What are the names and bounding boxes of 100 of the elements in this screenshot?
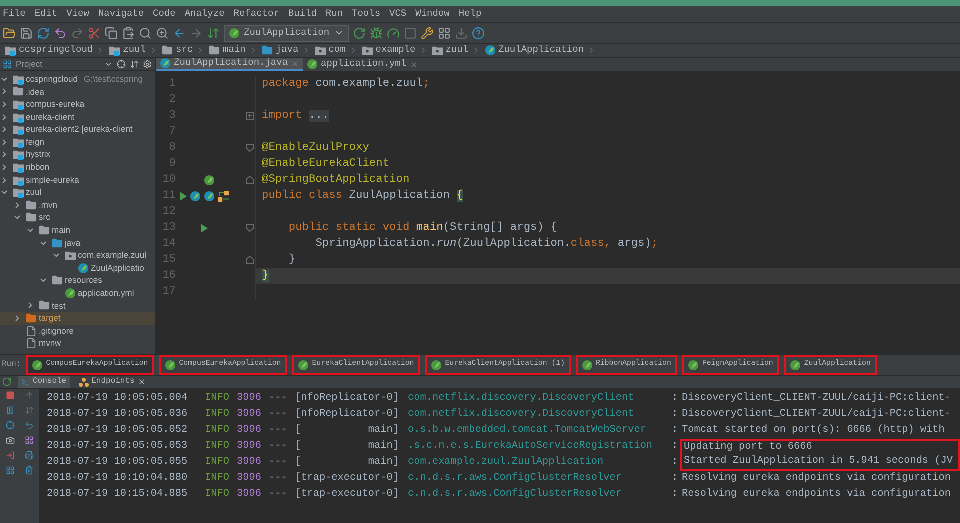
fold-icon[interactable] bbox=[246, 112, 254, 120]
close-icon[interactable] bbox=[138, 378, 146, 386]
breadcrumb[interactable]: zuul bbox=[123, 43, 146, 58]
rerun-icon[interactable] bbox=[352, 26, 366, 40]
line-number: 8 bbox=[168, 140, 176, 156]
exit-icon[interactable] bbox=[6, 451, 14, 460]
menu-item[interactable]: File bbox=[3, 6, 26, 22]
settings-icon[interactable] bbox=[143, 60, 152, 68]
menu-item[interactable]: Help bbox=[458, 6, 482, 22]
spring-class-icon bbox=[160, 58, 171, 69]
tree-item[interactable]: com.example.zuul bbox=[78, 249, 147, 262]
tree-item[interactable]: ccspringcloud bbox=[26, 72, 78, 86]
console-tab[interactable]: Console bbox=[18, 376, 70, 388]
menu-item[interactable]: Tools bbox=[352, 6, 381, 22]
menu-item[interactable]: VCS bbox=[390, 6, 407, 22]
breadcrumb[interactable]: example bbox=[376, 43, 416, 58]
tree-item[interactable]: src bbox=[39, 211, 50, 224]
fold-icon[interactable] bbox=[246, 144, 254, 152]
run-config-dropdown[interactable]: ZuulApplication bbox=[224, 24, 349, 42]
code-line: @SpringBootApplication bbox=[262, 172, 410, 188]
tree-item[interactable]: resources bbox=[65, 274, 102, 288]
search-icon[interactable] bbox=[139, 26, 152, 40]
stop-icon[interactable] bbox=[6, 391, 14, 400]
pause-icon[interactable] bbox=[6, 406, 14, 415]
coverage-icon[interactable] bbox=[386, 26, 400, 40]
menu-item[interactable]: Refactor bbox=[234, 6, 280, 22]
package-icon bbox=[432, 45, 443, 56]
console-icon bbox=[21, 378, 30, 386]
tree-item[interactable]: zuul bbox=[26, 186, 42, 200]
console-tab[interactable]: Endpoints bbox=[76, 376, 149, 388]
menu-item[interactable]: Edit bbox=[34, 6, 58, 22]
breadcrumb[interactable]: main bbox=[223, 43, 246, 58]
tree-item[interactable]: mvnw bbox=[39, 337, 62, 350]
log-level: INFO bbox=[205, 472, 230, 486]
module-folder-icon bbox=[13, 174, 24, 186]
settings-icon[interactable] bbox=[420, 26, 434, 40]
close-icon[interactable] bbox=[410, 60, 418, 68]
camera-icon[interactable] bbox=[6, 436, 14, 445]
debug-icon[interactable] bbox=[370, 26, 383, 40]
tree-item[interactable]: eureka-client2 [eureka-client bbox=[26, 123, 133, 136]
print-icon[interactable] bbox=[25, 451, 34, 460]
tree-item[interactable]: eureka-client bbox=[26, 110, 75, 124]
run-icon[interactable] bbox=[180, 192, 187, 200]
menu-item[interactable]: Window bbox=[416, 6, 450, 22]
sync-icon[interactable] bbox=[37, 26, 50, 40]
tree-item[interactable]: target bbox=[39, 312, 61, 325]
breadcrumb[interactable]: ZuulApplication bbox=[498, 43, 584, 58]
tree-item[interactable]: simple-eureka bbox=[26, 174, 80, 186]
fold-icon[interactable] bbox=[246, 224, 254, 232]
editor-tab[interactable]: ZuulApplication.java bbox=[156, 58, 304, 71]
tree-item[interactable]: ribbon bbox=[26, 161, 50, 174]
back-icon[interactable] bbox=[173, 26, 186, 40]
menu-item[interactable]: Code bbox=[153, 6, 176, 22]
module-folder-icon bbox=[13, 149, 24, 160]
fold-icon[interactable] bbox=[246, 176, 254, 184]
undo-icon[interactable] bbox=[54, 26, 67, 40]
collapse-icon[interactable] bbox=[130, 60, 139, 68]
breadcrumb[interactable]: ccspringcloud bbox=[19, 43, 94, 58]
tree-item[interactable]: .idea bbox=[26, 86, 44, 98]
log-thread: [trap-executor-0] bbox=[295, 488, 400, 502]
run-label: Run: bbox=[2, 359, 22, 371]
editor-tab[interactable]: application.yml bbox=[303, 58, 422, 71]
paste-icon[interactable] bbox=[122, 26, 135, 40]
tree-item[interactable]: main bbox=[52, 224, 70, 237]
log-logger: o.s.b.w.embedded.tomcat.TomcatWebServer bbox=[408, 424, 648, 438]
help-icon[interactable] bbox=[472, 26, 485, 40]
cut-icon[interactable] bbox=[88, 26, 101, 40]
panel-title[interactable]: Project bbox=[16, 58, 42, 70]
menu-item[interactable]: Analyze bbox=[184, 6, 225, 22]
breadcrumb[interactable]: com bbox=[328, 43, 346, 58]
fold-icon[interactable] bbox=[246, 256, 254, 264]
spring-leaf-icon bbox=[307, 59, 318, 70]
locate-icon[interactable] bbox=[117, 60, 126, 68]
open-folder-icon[interactable] bbox=[3, 26, 16, 40]
tree-item[interactable]: feign bbox=[26, 136, 44, 149]
tree-item[interactable]: application.yml bbox=[78, 287, 134, 300]
folder-icon bbox=[26, 212, 37, 224]
layout-icon[interactable] bbox=[6, 466, 14, 475]
tree-item[interactable]: test bbox=[52, 300, 66, 312]
tree-item[interactable]: .gitignore bbox=[39, 324, 74, 338]
menu-item[interactable]: Build bbox=[288, 6, 317, 22]
run-icon[interactable] bbox=[201, 224, 208, 232]
tree-item[interactable]: hystrix bbox=[26, 148, 51, 162]
tree-item[interactable]: ZuulApplicatio bbox=[91, 262, 144, 275]
tree-item[interactable]: .mvn bbox=[39, 198, 58, 212]
tree-item[interactable]: java bbox=[65, 236, 81, 250]
package-icon bbox=[362, 45, 373, 56]
spring-class-icon bbox=[484, 45, 496, 56]
save-icon[interactable] bbox=[20, 26, 33, 40]
menu-item[interactable]: View bbox=[66, 6, 90, 22]
copy-icon[interactable] bbox=[105, 26, 118, 40]
clear-icon[interactable] bbox=[25, 466, 34, 475]
menu-item[interactable]: Run bbox=[326, 6, 344, 22]
project-structure-icon[interactable] bbox=[438, 26, 451, 40]
menu-item[interactable]: Navigate bbox=[98, 6, 144, 22]
rerun-icon[interactable] bbox=[2, 377, 12, 387]
breadcrumb[interactable]: java bbox=[276, 43, 299, 58]
breadcrumb[interactable]: src bbox=[176, 43, 194, 58]
breadcrumb[interactable]: zuul bbox=[446, 43, 469, 58]
tree-item[interactable]: compus-eureka bbox=[26, 98, 85, 111]
